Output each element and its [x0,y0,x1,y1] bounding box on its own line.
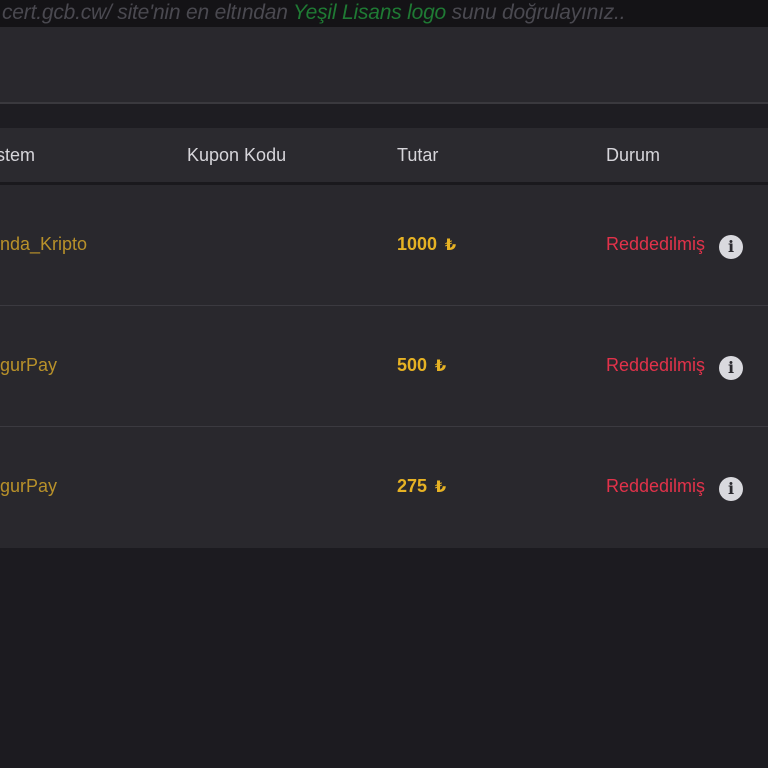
row-amount: 1000 ₺ [397,234,456,255]
header-coupon-code: Kupon Kodu [187,145,287,165]
info-circle-icon[interactable]: i [719,477,743,501]
info-circle-icon[interactable]: i [719,356,743,380]
turkish-lira-icon: ₺ [435,479,447,496]
info-circle-icon[interactable]: i [719,235,743,259]
transactions-table: stem Kupon Kodu Tutar Durum inda_Kripto … [0,128,768,548]
row-amount: 500 ₺ [397,355,446,376]
section-gap [0,104,768,128]
notice-suffix: sunu doğrulayınız.. [446,1,626,24]
filter-bar [0,27,768,103]
row-system: lgurPay [0,355,58,375]
row-amount-value: 1000 [397,234,438,254]
license-notice: cert.gcb.cw/ site'nin en eltından Yeşil … [0,0,768,27]
header-status: Durum [606,145,661,165]
row-system: inda_Kripto [0,234,88,254]
row-status: Reddedilmiş [606,234,706,254]
license-logo-link[interactable]: Yeşil Lisans logo [293,1,446,24]
notice-text: cert.gcb.cw/ site'nin en eltından Yeşil … [2,1,626,25]
page: cert.gcb.cw/ site'nin en eltından Yeşil … [0,0,768,768]
header-system: stem [0,145,36,165]
row-amount-value: 500 [397,355,428,375]
table-header: stem Kupon Kodu Tutar Durum [0,128,768,185]
row-status: Reddedilmiş [606,355,706,375]
notice-prefix: cert.gcb.cw/ site'nin en eltından [2,1,293,24]
table-row: inda_Kripto 1000 ₺ Reddedilmiş i [0,185,768,306]
row-amount-value: 275 [397,476,428,496]
table-row: lgurPay 500 ₺ Reddedilmiş i [0,306,768,427]
header-amount: Tutar [397,145,439,165]
turkish-lira-icon: ₺ [445,237,457,254]
row-system: lgurPay [0,476,58,496]
row-amount: 275 ₺ [397,476,446,497]
row-status: Reddedilmiş [606,476,706,496]
turkish-lira-icon: ₺ [435,358,447,375]
table-row: lgurPay 275 ₺ Reddedilmiş i [0,427,768,548]
